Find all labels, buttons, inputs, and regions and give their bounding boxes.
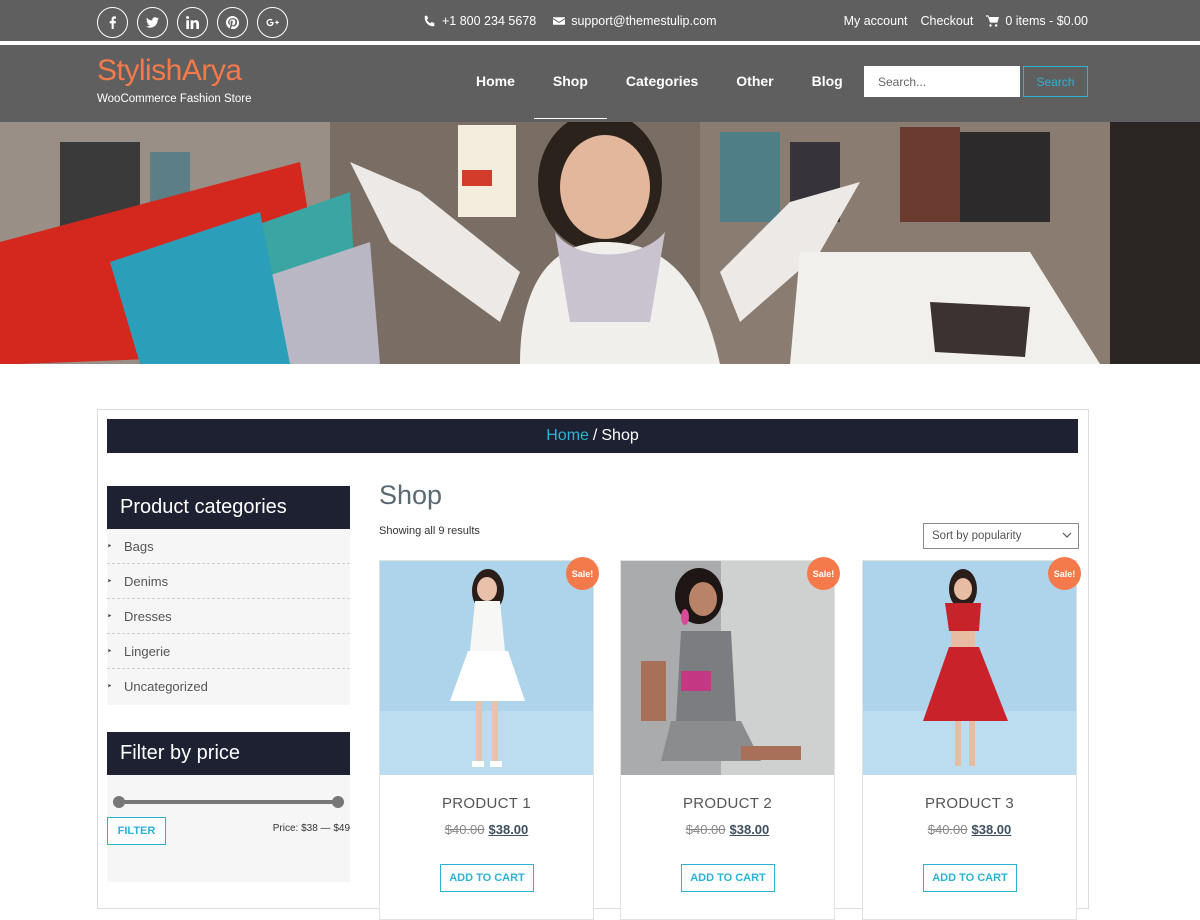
product-name[interactable]: PRODUCT 1 [380,795,593,812]
contact-info: +1 800 234 5678 support@themestulip.com [424,14,717,28]
checkout-link[interactable]: Checkout [921,14,974,28]
category-label: Lingerie [124,643,171,659]
chevron-down-icon [1062,532,1072,538]
category-list: ‣ Bags ‣ Denims ‣ Dresses ‣ Lingerie ‣ Uncate… [107,529,350,704]
arrow-icon: ‣ [107,610,113,621]
hero-shopping-image [0,122,1200,364]
product-sale-price: $38.00 [971,822,1012,837]
price-slider-max-handle[interactable] [332,796,344,808]
breadcrumb-home-link[interactable]: Home [546,427,589,445]
cart-summary: 0 items - $0.00 [1005,14,1088,28]
product-card[interactable]: PRODUCT 3 $40.00 $38.00 ADD TO CART [862,560,1077,920]
price-range-slider[interactable] [113,796,344,808]
price-slider-min-handle[interactable] [113,796,125,808]
page-title: Shop [379,480,443,510]
category-item-lingerie[interactable]: ‣ Lingerie [107,634,350,669]
category-item-denims[interactable]: ‣ Denims [107,564,350,599]
search-button[interactable]: Search [1023,66,1088,97]
pinterest-icon[interactable] [217,7,248,38]
account-links: My account Checkout 0 items - $0.00 [844,14,1088,28]
category-label: Denims [124,573,169,589]
arrow-icon: ‣ [107,540,113,551]
product-price: $40.00 $38.00 [380,822,593,837]
my-account-link[interactable]: My account [844,14,908,28]
product-name[interactable]: PRODUCT 3 [863,795,1076,812]
filter-button[interactable]: FILTER [107,817,166,845]
phone-number[interactable]: +1 800 234 5678 [442,14,536,28]
add-to-cart-button[interactable]: ADD TO CART [440,864,534,892]
hero-banner [0,122,1200,364]
category-item-uncategorized[interactable]: ‣ Uncategorized [107,669,350,704]
site-header: StylishArya WooCommerce Fashion Store Ho… [0,45,1200,122]
breadcrumb: Home / Shop [107,419,1078,453]
phone-icon [424,15,435,27]
product-card[interactable]: PRODUCT 2 $40.00 $38.00 ADD TO CART [620,560,835,920]
site-tagline: WooCommerce Fashion Store [97,93,252,105]
category-label: Bags [124,538,154,554]
product-categories-title: Product categories [107,486,350,529]
price-filter-title: Filter by price [107,732,350,775]
shopping-cart-icon [986,15,1000,27]
product-price: $40.00 $38.00 [863,822,1076,837]
sale-badge: Sale! [1048,557,1081,590]
search-input[interactable] [864,66,1020,97]
top-bar: +1 800 234 5678 support@themestulip.com … [0,0,1200,43]
main-nav: Home Shop Categories Other Blog [457,45,862,122]
price-filter-widget: Filter by price [107,732,350,882]
product-price: $40.00 $38.00 [621,822,834,837]
breadcrumb-separator: / [592,427,598,444]
nav-item-shop[interactable]: Shop [533,45,607,122]
product-categories-widget: Product categories ‣ Bags ‣ Denims ‣ Dresse… [107,486,350,705]
arrow-icon: ‣ [107,681,113,691]
product-old-price: $40.00 [444,822,485,837]
category-label: Dresses [124,608,172,624]
email-address[interactable]: support@themestulip.com [571,14,716,28]
add-to-cart-button[interactable]: ADD TO CART [681,864,775,892]
product-name[interactable]: PRODUCT 2 [621,795,834,812]
sale-badge: Sale! [807,557,840,590]
category-item-bags[interactable]: ‣ Bags [107,529,350,564]
nav-item-home[interactable]: Home [457,45,534,122]
twitter-icon[interactable] [137,7,168,38]
price-range-label: Price: $38 — $49 [272,823,350,834]
cart-link[interactable]: 0 items - $0.00 [986,14,1088,28]
product-sale-price: $38.00 [729,822,770,837]
product-card[interactable]: PRODUCT 1 $40.00 $38.00 ADD TO CART [379,560,594,920]
breadcrumb-current: Shop [601,427,639,444]
arrow-icon: ‣ [107,645,113,656]
sale-badge: Sale! [566,557,599,590]
social-links [97,7,288,38]
category-label: Uncategorized [124,679,208,694]
nav-item-other[interactable]: Other [717,45,792,122]
add-to-cart-button[interactable]: ADD TO CART [923,864,1017,892]
envelope-icon [553,17,566,25]
arrow-icon: ‣ [107,575,113,586]
phone-contact: +1 800 234 5678 [424,14,536,28]
category-item-dresses[interactable]: ‣ Dresses [107,599,350,634]
nav-item-blog[interactable]: Blog [793,45,862,122]
sort-select[interactable]: Sort by popularity [923,523,1079,549]
result-count: Showing all 9 results [379,525,480,537]
linkedin-icon[interactable] [177,7,208,38]
nav-item-categories[interactable]: Categories [607,45,717,122]
product-image[interactable] [621,561,834,775]
product-old-price: $40.00 [685,822,726,837]
facebook-icon[interactable] [97,7,128,38]
site-logo[interactable]: StylishArya [97,54,242,88]
sort-selected-value: Sort by popularity [932,530,1022,542]
product-old-price: $40.00 [927,822,968,837]
product-image[interactable] [380,561,593,775]
email-contact: support@themestulip.com [553,14,717,28]
product-sale-price: $38.00 [488,822,529,837]
google-plus-icon[interactable] [257,7,288,38]
product-image[interactable] [863,561,1076,775]
